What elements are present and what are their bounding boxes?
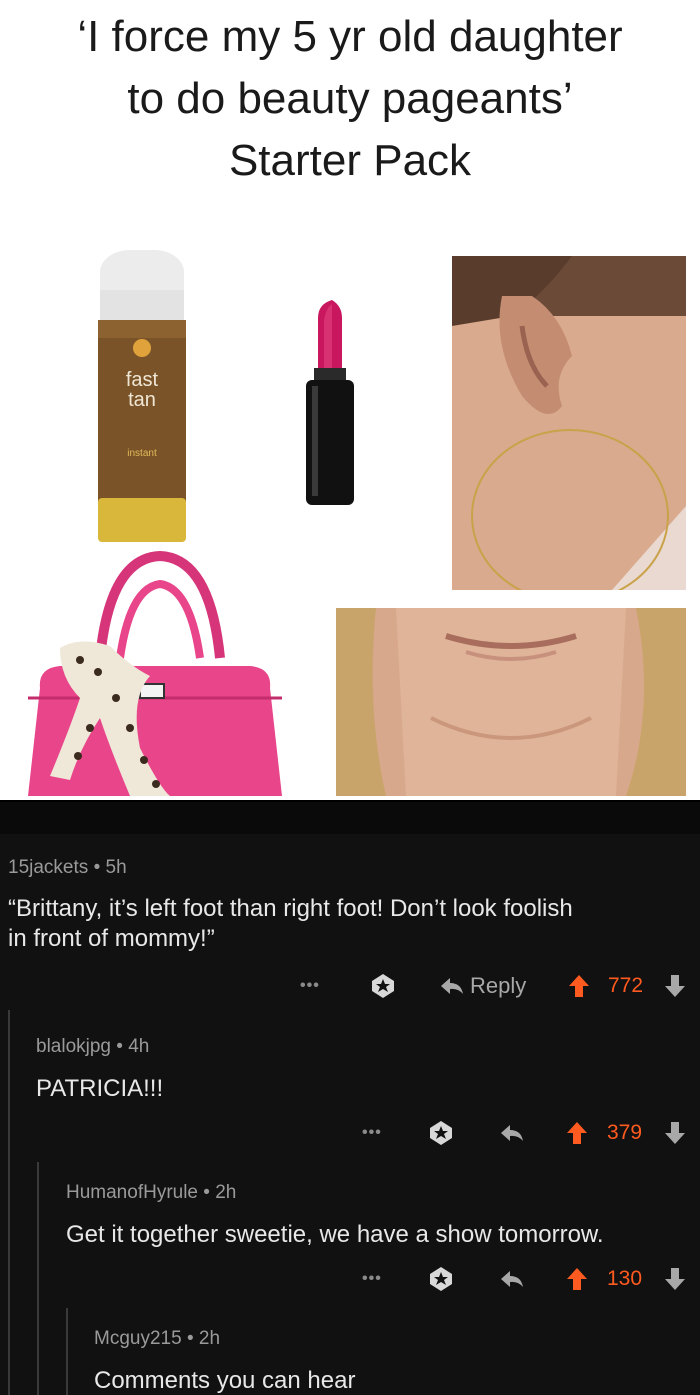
comment-body: Get it together sweetie, we have a show … <box>66 1221 604 1248</box>
thread-indent-line <box>8 1010 10 1395</box>
tanning-spray-can: fast tan instant <box>98 250 186 542</box>
ear-hoop-earring-photo <box>452 256 686 590</box>
comment-body: Comments you can hear <box>94 1367 356 1394</box>
comment-time: 4h <box>128 1036 150 1057</box>
meme-title-line: to do beauty pageants’ <box>127 74 573 123</box>
meme-image: ‘I force my 5 yr old daughter to do beau… <box>0 0 700 800</box>
reply-icon[interactable] <box>500 1118 524 1148</box>
meme-title: ‘I force my 5 yr old daughter to do beau… <box>0 6 700 192</box>
comment-actions: ••• 130 <box>0 1264 700 1294</box>
comment-actions: ••• Reply 772 <box>0 971 700 1001</box>
double-chin-photo <box>336 608 686 796</box>
reply-icon[interactable] <box>500 1264 524 1294</box>
award-icon[interactable] <box>428 1118 454 1148</box>
downvote-icon[interactable] <box>664 971 686 1001</box>
comment-author[interactable]: 15jackets <box>8 857 88 878</box>
comment-thread: 15jackets • 5h “Brittany, it’s left foot… <box>0 800 700 1395</box>
upvote-icon[interactable] <box>566 1264 588 1294</box>
comment-meta: blalokjpg • 4h <box>36 1036 149 1058</box>
svg-text:tan: tan <box>128 389 156 411</box>
comment-meta: 15jackets • 5h <box>8 857 127 879</box>
comment-body: PATRICIA!!! <box>36 1075 164 1102</box>
upvote-icon[interactable] <box>568 971 590 1001</box>
meta-separator: • <box>186 1328 194 1349</box>
comment-meta: HumanofHyrule • 2h <box>66 1182 236 1204</box>
comment-author[interactable]: blalokjpg <box>36 1036 111 1057</box>
vote-score: 130 <box>607 1267 643 1290</box>
comment-time: 5h <box>105 857 127 878</box>
comment-actions: ••• 379 <box>0 1118 700 1148</box>
vote-score: 772 <box>608 974 644 997</box>
reply-icon <box>441 978 463 994</box>
comment-body: “Brittany, it’s left foot than right foo… <box>8 895 573 952</box>
comment-author[interactable]: Mcguy215 <box>94 1328 182 1349</box>
comment-meta: Mcguy215 • 2h <box>94 1328 220 1350</box>
reply-button[interactable]: Reply <box>440 971 526 1001</box>
more-icon[interactable]: ••• <box>362 1118 382 1148</box>
thread-top-bar <box>0 802 700 834</box>
award-icon[interactable] <box>428 1264 454 1294</box>
thread-indent-line <box>66 1308 68 1395</box>
downvote-icon[interactable] <box>664 1118 686 1148</box>
vote-score: 379 <box>607 1121 643 1144</box>
more-icon[interactable]: ••• <box>300 971 320 1001</box>
meta-separator: • <box>203 1182 210 1203</box>
meme-title-line: ‘I force my 5 yr old daughter <box>77 12 623 61</box>
comment-author[interactable]: HumanofHyrule <box>66 1182 198 1203</box>
lipstick <box>306 300 354 505</box>
award-icon[interactable] <box>370 971 396 1001</box>
meme-title-line: Starter Pack <box>228 136 472 185</box>
comment-time: 2h <box>215 1182 237 1203</box>
more-icon[interactable]: ••• <box>362 1264 382 1294</box>
can-brand-text: fast <box>126 369 159 391</box>
comment-time: 2h <box>198 1328 221 1349</box>
downvote-icon[interactable] <box>664 1264 686 1294</box>
meta-separator: • <box>116 1036 123 1057</box>
svg-text:instant: instant <box>127 448 157 459</box>
reply-label: Reply <box>470 973 527 998</box>
pink-handbag <box>28 550 282 796</box>
upvote-icon[interactable] <box>566 1118 588 1148</box>
meta-separator: • <box>93 857 101 878</box>
